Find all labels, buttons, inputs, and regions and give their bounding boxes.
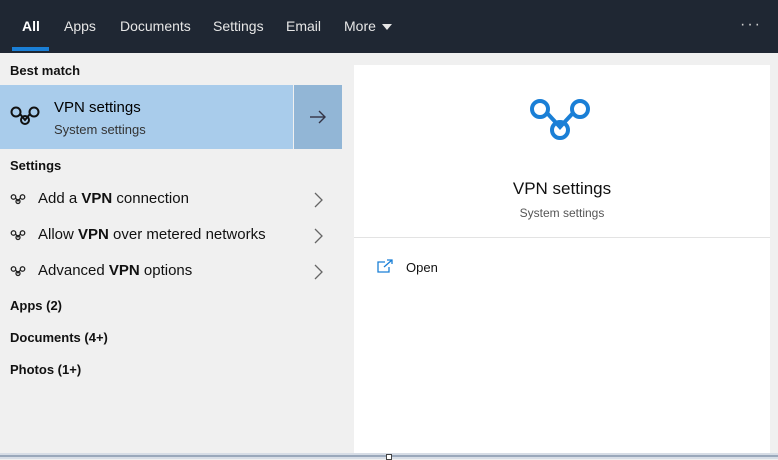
- vpn-icon: [10, 106, 40, 125]
- more-options-button[interactable]: ···: [740, 0, 762, 53]
- chevron-right-icon: [314, 192, 323, 208]
- tab-more-label: More: [344, 18, 376, 34]
- vpn-icon: [10, 266, 26, 277]
- setting-advanced-vpn-options[interactable]: Advanced VPN options: [0, 254, 342, 290]
- arrow-right-icon: [310, 110, 326, 124]
- setting-add-vpn-connection[interactable]: Add a VPN connection: [0, 182, 342, 218]
- preview-title: VPN settings: [512, 179, 612, 198]
- open-details-button[interactable]: [294, 85, 342, 149]
- preview-card: VPN settings System settings Open: [354, 65, 770, 453]
- tab-documents[interactable]: Documents: [120, 0, 191, 53]
- open-external-icon: [377, 259, 393, 273]
- chevron-right-icon: [314, 228, 323, 244]
- open-label: Open: [406, 260, 438, 275]
- settings-heading: Settings: [10, 158, 62, 173]
- best-match-subtitle: System settings: [54, 122, 146, 137]
- preview-pane: VPN settings System settings Open: [342, 53, 778, 453]
- setting-allow-vpn-metered[interactable]: Allow VPN over metered networks: [0, 218, 342, 254]
- active-tab-indicator: [12, 47, 49, 51]
- category-apps[interactable]: Apps (2): [10, 298, 62, 313]
- divider: [354, 237, 770, 238]
- vpn-icon: [530, 99, 590, 140]
- tab-more[interactable]: More: [344, 0, 392, 53]
- setting-label: Allow VPN over metered networks: [38, 226, 266, 243]
- category-documents[interactable]: Documents (4+): [10, 330, 108, 345]
- resize-handle[interactable]: [386, 454, 392, 460]
- category-photos[interactable]: Photos (1+): [10, 362, 81, 377]
- best-match-heading: Best match: [10, 63, 81, 78]
- results-list: Best match VPN settings System settings …: [0, 53, 342, 453]
- tab-email[interactable]: Email: [286, 0, 321, 53]
- vpn-icon: [10, 194, 26, 205]
- best-match-item[interactable]: VPN settings System settings: [0, 85, 293, 149]
- tab-all[interactable]: All: [22, 0, 40, 53]
- preview-subtitle: System settings: [519, 206, 605, 220]
- tab-settings[interactable]: Settings: [213, 0, 264, 53]
- setting-label: Add a VPN connection: [38, 190, 189, 207]
- search-scope-bar: All Apps Documents Settings Email More ·…: [0, 0, 778, 53]
- tab-apps[interactable]: Apps: [64, 0, 96, 53]
- vpn-icon: [10, 230, 26, 241]
- chevron-right-icon: [314, 264, 323, 280]
- best-match-title: VPN settings: [54, 99, 141, 116]
- setting-label: Advanced VPN options: [38, 262, 193, 279]
- chevron-down-icon: [381, 24, 392, 31]
